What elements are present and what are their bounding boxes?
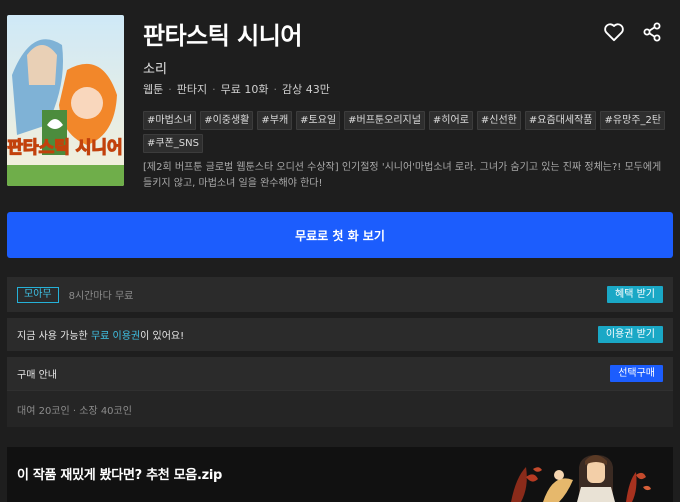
share-icon[interactable] — [640, 20, 664, 44]
read-first-free-button[interactable]: 무료로 첫 화 보기 — [7, 212, 673, 258]
free-badge: 모아무 — [17, 286, 59, 303]
cover-image: 판타스틱 시니어 — [7, 15, 124, 186]
cover-title-text: 판타스틱 시니어 — [7, 138, 122, 158]
tag-item[interactable]: #쿠폰_SNS — [143, 134, 203, 153]
ticket-suffix: 이 있어요! — [140, 331, 185, 342]
get-ticket-button[interactable]: 이용권 받기 — [597, 326, 663, 343]
select-purchase-button[interactable]: 선택구매 — [610, 365, 663, 382]
get-benefit-button[interactable]: 혜택 받기 — [607, 286, 663, 303]
price-text: 대여 20코인 · 소장 40코인 — [17, 405, 132, 417]
banner-illustration — [511, 455, 651, 502]
tag-list: #마법소녀 #이중생활 #부캐 #토요일 #버프툰오리지널 #히어로 #신선한 … — [143, 111, 668, 153]
meta-separator: · — [212, 82, 216, 96]
ticket-row: 지금 사용 가능한 무료 이용권이 있어요! 이용권 받기 — [7, 318, 673, 351]
meta-free-count: 무료 10화 — [220, 83, 269, 96]
meta-views: 감상 43만 — [281, 83, 330, 96]
recommend-banner[interactable]: 이 작품 재밌게 봤다면? 추천 모음.zip — [7, 447, 673, 502]
purchase-row: 구매 안내 선택구매 — [7, 357, 673, 390]
tag-item[interactable]: #요즘대세작품 — [524, 111, 597, 130]
tag-item[interactable]: #이중생활 — [200, 111, 254, 130]
tag-item[interactable]: #신선한 — [476, 111, 521, 130]
tag-item[interactable]: #마법소녀 — [143, 111, 197, 130]
tag-item[interactable]: #버프툰오리지널 — [344, 111, 425, 130]
ticket-highlight: 무료 이용권 — [90, 331, 141, 342]
meta-info: 웹툰 · 판타지 · 무료 10화 · 감상 43만 — [143, 81, 330, 97]
title-actions — [602, 20, 664, 44]
free-benefit-row: 모아무 8시간마다 무료 혜택 받기 — [7, 277, 673, 312]
banner-text: 이 작품 재밌게 봤다면? 추천 모음.zip — [17, 468, 223, 483]
price-row: 대여 20코인 · 소장 40코인 — [7, 390, 673, 427]
author-name[interactable]: 소리 — [143, 58, 167, 77]
ticket-prefix: 지금 사용 가능한 — [17, 331, 91, 342]
tag-item[interactable]: #히어로 — [428, 111, 473, 130]
tag-item[interactable]: #토요일 — [296, 111, 341, 130]
tag-item[interactable]: #유망주_2탄 — [600, 111, 666, 130]
free-interval-text: 8시간마다 무료 — [68, 291, 134, 302]
description: [제2회 버프툰 글로벌 웹툰스타 오디션 수상작] 인기절정 '시니어'마법소… — [143, 162, 662, 189]
heart-icon[interactable] — [602, 20, 626, 44]
meta-separator: · — [168, 82, 172, 96]
tag-item[interactable]: #부캐 — [257, 111, 293, 130]
meta-genre: 판타지 — [176, 83, 208, 96]
page-title: 판타스틱 시니어 — [143, 22, 302, 50]
meta-separator: · — [273, 82, 277, 96]
ticket-text: 지금 사용 가능한 무료 이용권이 있어요! — [17, 327, 184, 342]
purchase-label: 구매 안내 — [17, 370, 57, 381]
meta-genre-type: 웹툰 — [143, 83, 164, 96]
